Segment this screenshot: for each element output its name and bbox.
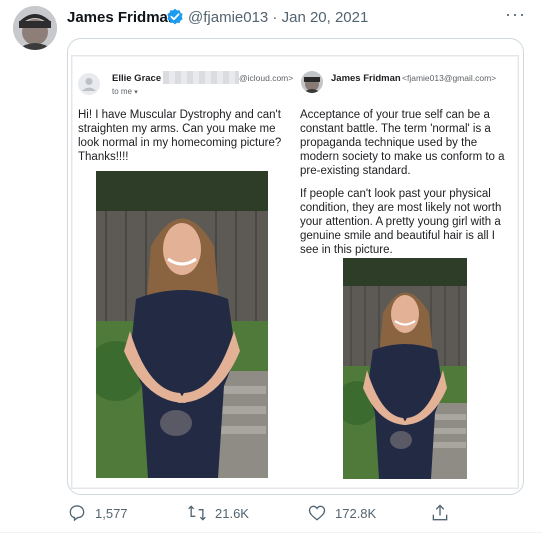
handle-and-date[interactable]: @fjamie013 · Jan 20, 2021	[188, 9, 368, 26]
reply-count: 1,577	[95, 506, 128, 521]
right-homecoming-photo	[343, 258, 467, 479]
left-homecoming-photo	[96, 171, 268, 478]
verified-badge-icon	[166, 8, 184, 26]
left-sender-name: Ellie Grace	[112, 73, 162, 84]
heart-icon	[308, 505, 326, 521]
more-icon[interactable]: ···	[505, 4, 526, 25]
right-sender-avatar-icon	[301, 71, 323, 93]
retweet-icon	[188, 505, 206, 521]
share-button[interactable]	[430, 503, 450, 528]
reply-icon	[69, 505, 85, 522]
retweet-count: 21.6K	[215, 506, 249, 521]
left-email-body: Hi! I have Muscular Dystrophy and can't …	[78, 109, 282, 163]
redacted-email-block	[163, 71, 239, 84]
author-avatar[interactable]	[13, 6, 57, 50]
right-email-body-2: If people can't look past your physical …	[300, 188, 502, 256]
author-name[interactable]: James Fridman	[67, 9, 177, 26]
tweet-divider	[0, 532, 542, 533]
right-sender-name: James Fridman	[331, 73, 401, 84]
like-count: 172.8K	[335, 506, 377, 521]
left-sender-avatar-icon	[78, 73, 100, 95]
right-email-body-1: Acceptance of your true self can be a co…	[300, 109, 505, 177]
left-to-label: to me ▾	[112, 87, 138, 96]
right-sender-email: <fjamie013@gmail.com>	[402, 73, 497, 83]
action-bar: 1,577 21.6K 172.8K	[67, 503, 522, 525]
share-icon	[432, 504, 448, 521]
left-sender-email: @icloud.com>	[239, 73, 294, 83]
